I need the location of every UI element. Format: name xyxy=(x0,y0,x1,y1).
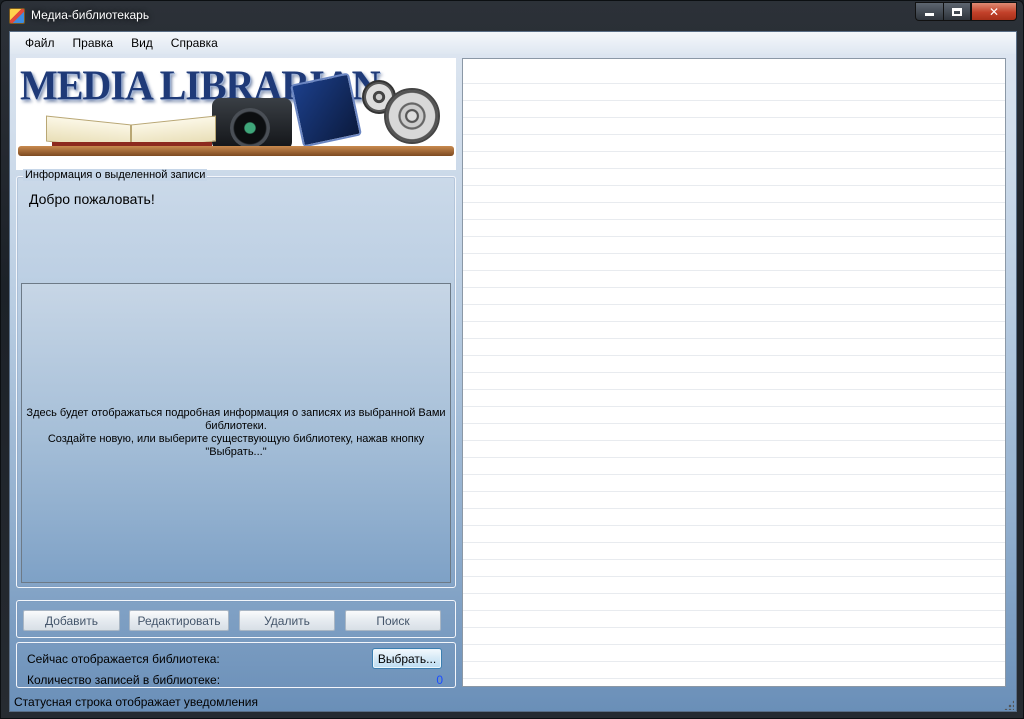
maximize-button[interactable] xyxy=(943,2,971,21)
resize-grip-icon[interactable] xyxy=(1004,700,1014,710)
menu-bar: Файл Правка Вид Справка xyxy=(10,32,1016,54)
welcome-text: Добро пожаловать! xyxy=(29,191,155,207)
info-legend: Информация о выделенной записи xyxy=(23,169,208,181)
detail-line-2: Создайте новую, или выберите существующу… xyxy=(47,433,425,458)
open-book-icon xyxy=(46,115,216,151)
detail-info-panel: Здесь будет отображаться подробная инфор… xyxy=(21,283,451,583)
banner-logo: MEDIA LIBRARIAN xyxy=(16,58,456,170)
title-bar[interactable]: Медиа-библиотекарь ✕ xyxy=(1,1,1023,31)
close-button[interactable]: ✕ xyxy=(971,2,1017,21)
camera-icon xyxy=(212,98,292,150)
menu-edit[interactable]: Правка xyxy=(64,33,123,53)
app-window: Медиа-библиотекарь ✕ Файл Правка Вид Спр… xyxy=(0,0,1024,719)
shelf xyxy=(18,146,454,156)
film-reel-icon xyxy=(384,88,440,144)
delete-button[interactable]: Удалить xyxy=(239,610,335,631)
records-list[interactable] xyxy=(462,58,1006,687)
detail-line-1: Здесь будет отображаться подробная инфор… xyxy=(26,407,446,432)
library-groupbox: Сейчас отображается библиотека: Выбрать.… xyxy=(16,642,456,688)
current-library-label: Сейчас отображается библиотека: xyxy=(27,652,220,666)
record-count-value: 0 xyxy=(436,673,443,687)
actions-groupbox: Добавить Редактировать Удалить Поиск xyxy=(16,600,456,638)
record-count-label: Количество записей в библиотеке: xyxy=(27,673,221,687)
status-bar: Статусная строка отображает уведомления xyxy=(10,692,1016,712)
choose-library-button[interactable]: Выбрать... xyxy=(372,648,442,669)
app-icon[interactable] xyxy=(9,8,25,24)
media-device-icon xyxy=(290,72,362,148)
menu-help[interactable]: Справка xyxy=(162,33,227,53)
search-button[interactable]: Поиск xyxy=(345,610,441,631)
menu-file[interactable]: Файл xyxy=(16,33,64,53)
camera-lens-icon xyxy=(230,108,270,148)
status-text: Статусная строка отображает уведомления xyxy=(14,695,258,709)
menu-view[interactable]: Вид xyxy=(122,33,162,53)
close-icon: ✕ xyxy=(988,4,1000,19)
window-controls: ✕ xyxy=(915,2,1017,21)
maximize-icon xyxy=(952,7,962,16)
minimize-icon xyxy=(925,13,934,16)
minimize-button[interactable] xyxy=(915,2,943,21)
client-area: Файл Правка Вид Справка MEDIA LIBRARIAN … xyxy=(9,31,1017,712)
add-button[interactable]: Добавить xyxy=(23,610,120,631)
edit-button[interactable]: Редактировать xyxy=(129,610,229,631)
list-grid-lines xyxy=(463,59,1005,686)
window-title: Медиа-библиотекарь xyxy=(31,8,150,22)
detail-text: Здесь будет отображаться подробная инфор… xyxy=(26,407,446,459)
info-groupbox: Информация о выделенной записи Добро пож… xyxy=(16,169,456,588)
